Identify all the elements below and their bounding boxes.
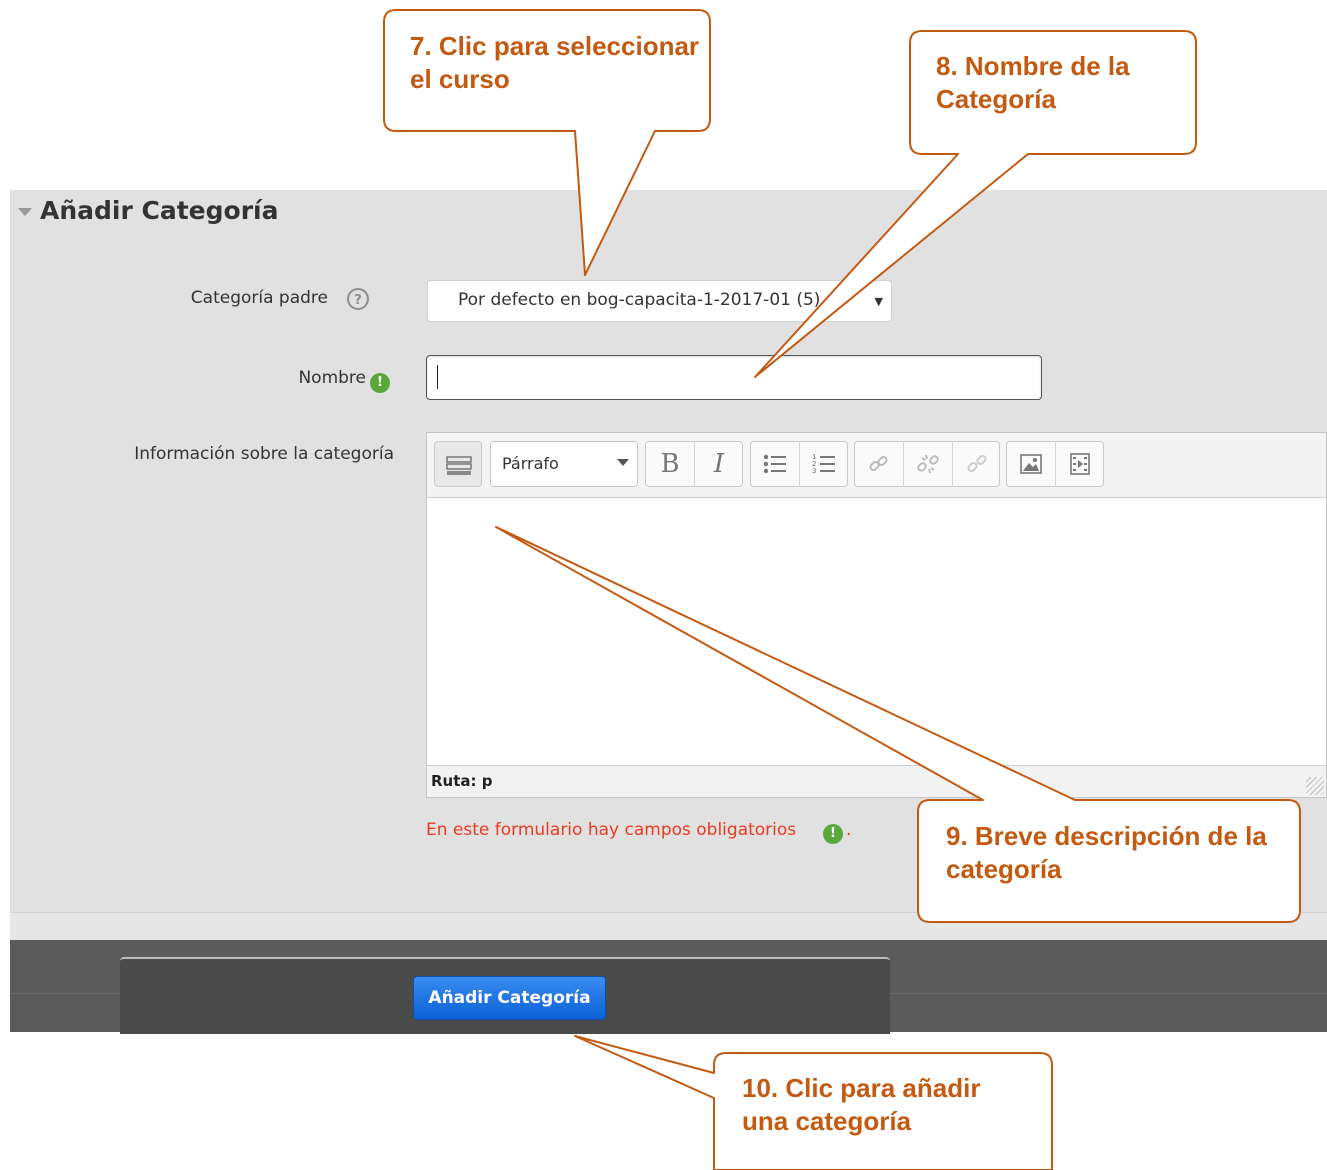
list-group: 1 2 3 — [750, 441, 848, 487]
image-icon — [1020, 454, 1042, 474]
italic-button[interactable]: I — [695, 442, 743, 486]
fieldset-footer — [10, 912, 1327, 941]
callout-9-text: 9. Breve descripción de la categoría — [946, 821, 1267, 884]
parent-category-label: Categoría padre — [190, 288, 328, 308]
callout-10-text: 10. Clic para añadir una categoría — [742, 1073, 981, 1136]
name-input[interactable] — [426, 355, 1042, 400]
required-fields-note: En este formulario hay campos obligatori… — [426, 820, 797, 840]
required-icon: ! — [370, 373, 390, 393]
media-button[interactable] — [1056, 442, 1104, 486]
bullet-list-icon — [763, 454, 786, 474]
toolbar-toggle-icon — [446, 456, 472, 475]
callout-8-text: 8. Nombre de la Categoría — [936, 51, 1130, 114]
parent-category-select[interactable]: Por defecto en bog-capacita-1-2017-01 (5… — [427, 280, 892, 322]
image-button[interactable] — [1007, 442, 1055, 486]
anchor-icon — [967, 454, 987, 473]
section-title: Añadir Categoría — [40, 196, 279, 225]
chevron-down-icon — [617, 459, 629, 466]
collapse-triangle-icon[interactable] — [18, 207, 32, 216]
link-button[interactable] — [855, 442, 903, 486]
svg-text:3: 3 — [812, 467, 816, 475]
unlink-button[interactable] — [904, 442, 952, 486]
unlink-icon — [917, 454, 939, 474]
toolbar-toggle-button[interactable] — [434, 441, 482, 487]
bold-button[interactable]: B — [646, 442, 694, 486]
required-note-period: . — [846, 820, 852, 840]
numbered-list-button[interactable]: 1 2 3 — [800, 442, 848, 486]
help-icon[interactable]: ? — [347, 288, 369, 310]
callout-7-text: 7. Clic para seleccionar el curso — [410, 31, 700, 94]
paragraph-format-select[interactable]: Párrafo — [490, 441, 638, 487]
media-group — [1006, 441, 1104, 487]
rich-text-editor[interactable]: Párrafo B I 1 2 3 Ruta: p — [426, 432, 1327, 798]
resize-handle-icon[interactable] — [1306, 777, 1324, 795]
category-info-label: Información sobre la categoría — [134, 444, 394, 464]
anchor-button[interactable] — [953, 442, 1001, 486]
editor-toolbar: Párrafo B I 1 2 3 — [427, 433, 1326, 498]
name-label: Nombre — [298, 368, 366, 388]
editor-path: Ruta: p — [431, 772, 493, 790]
paragraph-format-value: Párrafo — [502, 454, 559, 473]
add-category-button[interactable]: Añadir Categoría — [413, 976, 606, 1020]
bullet-list-button[interactable] — [751, 442, 799, 486]
link-group — [854, 441, 1000, 487]
text-style-group: B I — [645, 441, 743, 487]
editor-path-bar: Ruta: p — [427, 765, 1326, 797]
required-icon: ! — [823, 824, 843, 844]
link-icon — [869, 455, 888, 472]
parent-category-value: Por defecto en bog-capacita-1-2017-01 (5… — [458, 290, 821, 310]
section-header[interactable]: Añadir Categoría — [18, 196, 278, 225]
dropdown-arrow-icon: ▼ — [874, 295, 883, 308]
media-icon — [1070, 453, 1090, 475]
numbered-list-icon: 1 2 3 — [812, 453, 835, 475]
text-caret — [437, 365, 438, 389]
